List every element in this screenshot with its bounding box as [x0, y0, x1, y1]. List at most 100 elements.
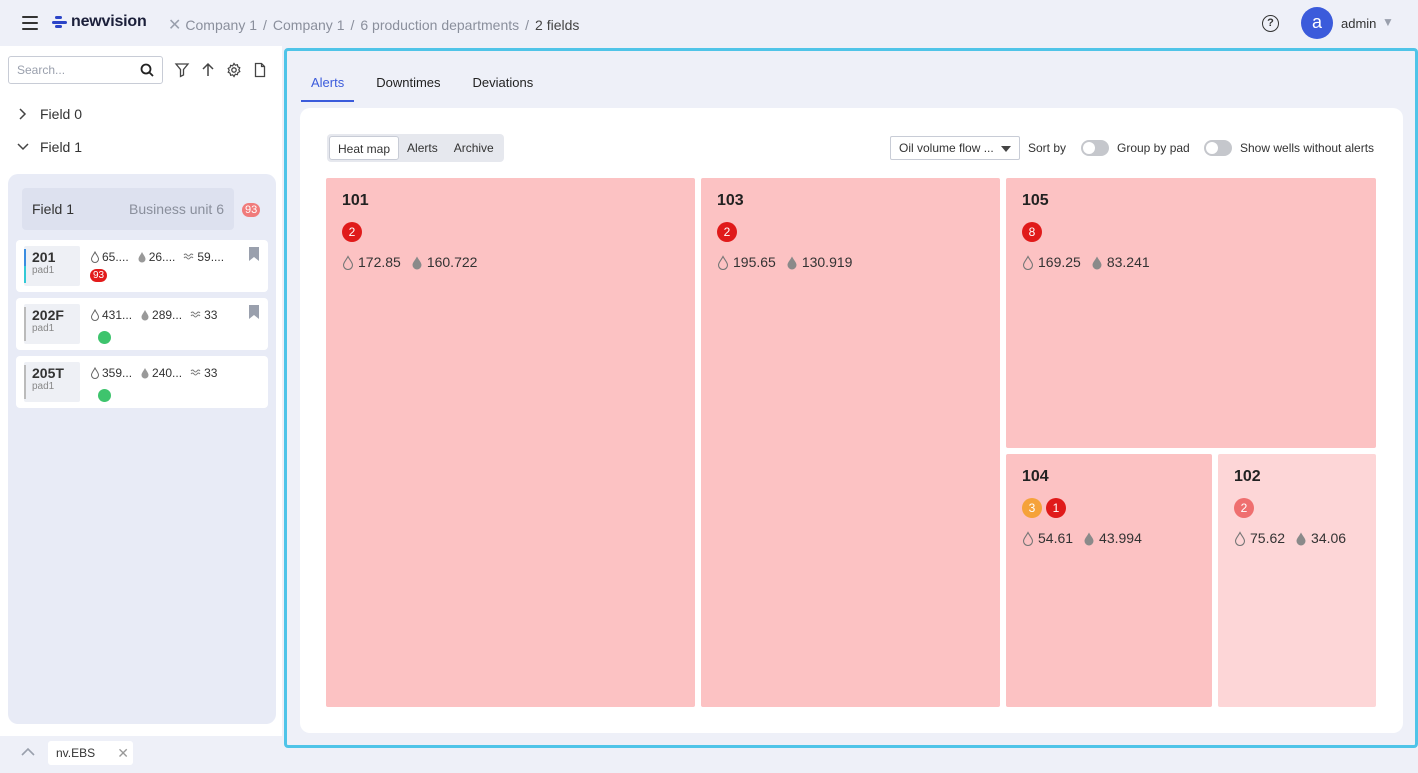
logo[interactable]: newvision	[52, 13, 147, 31]
metric-value: 359...	[102, 366, 133, 380]
status-bar	[24, 266, 26, 283]
breadcrumb-item[interactable]: Company 1	[273, 17, 345, 33]
tree-item-field-0[interactable]: Field 0	[16, 106, 82, 122]
close-icon[interactable]: ✕	[117, 741, 129, 765]
well-pad: pad1	[32, 323, 55, 334]
field-name: Field 1	[32, 201, 75, 217]
show-wells-toggle[interactable]	[1204, 140, 1232, 156]
drop-outline-icon	[1234, 530, 1246, 546]
close-icon[interactable]: ✕	[168, 15, 181, 35]
tile-badges: 8	[1022, 222, 1042, 242]
metric-oil: 240...	[140, 366, 182, 380]
alert-count-badge: 93	[242, 203, 261, 217]
sidebar-toolbar	[174, 62, 268, 78]
bookmark-icon[interactable]	[248, 304, 260, 320]
view-heat-map[interactable]: Heat map	[329, 136, 400, 160]
heatmap-tile-104[interactable]: 104 3 1 54.61 43.994	[1006, 454, 1212, 707]
tile-values: 169.25 83.241	[1022, 254, 1150, 270]
menu-icon[interactable]	[22, 16, 38, 30]
well-metrics: 65.... 26.... 59....	[90, 250, 224, 264]
field-header[interactable]: Field 1 Business unit 6	[22, 188, 234, 230]
well-id: 202F	[32, 307, 64, 323]
tile-badges: 2	[1234, 498, 1254, 518]
status-bar	[24, 365, 26, 399]
status-bar	[24, 307, 26, 341]
chevron-right-icon[interactable]	[16, 107, 30, 121]
business-unit: Business unit 6	[129, 201, 224, 217]
tab-downtimes[interactable]: Downtimes	[366, 69, 450, 102]
search-box	[8, 56, 163, 84]
drop-outline-icon	[717, 254, 729, 270]
document-icon[interactable]	[252, 62, 268, 78]
tile-name: 101	[342, 192, 369, 209]
metric-gas: 59....	[183, 250, 224, 264]
main-tabs: Alerts Downtimes Deviations	[301, 69, 555, 102]
bookmark-icon[interactable]	[248, 246, 260, 262]
sort-up-icon[interactable]	[200, 62, 216, 78]
tile-name: 102	[1234, 468, 1261, 485]
help-icon[interactable]: ?	[1262, 15, 1279, 32]
sort-toggle[interactable]	[1081, 140, 1109, 156]
username[interactable]: admin	[1341, 16, 1376, 31]
metric-oil: 26....	[137, 250, 175, 264]
heatmap-tile-103[interactable]: 103 2 195.65 130.919	[701, 178, 1000, 707]
main-panel: Alerts Downtimes Deviations Heat map Ale…	[284, 48, 1418, 748]
tree-item-label: Field 0	[40, 106, 83, 122]
well-metrics: 431... 289... 33	[90, 308, 217, 322]
breadcrumb-separator: /	[525, 17, 530, 33]
bottom-tab[interactable]: nv.EBS ✕	[48, 741, 133, 765]
settings-icon[interactable]	[226, 62, 242, 78]
view-archive[interactable]: Archive	[446, 136, 502, 160]
chevron-down-icon[interactable]	[16, 140, 30, 154]
drop-outline-icon	[90, 251, 100, 263]
metric-select[interactable]: Oil volume flow ...	[890, 136, 1020, 160]
breadcrumb-item[interactable]: 6 production departments	[360, 17, 519, 33]
warning-badge: 3	[1022, 498, 1042, 518]
heatmap-tile-102[interactable]: 102 2 75.62 34.06	[1218, 454, 1376, 707]
tree-item-label: Field 1	[40, 139, 83, 155]
tab-alerts[interactable]: Alerts	[301, 69, 355, 102]
metric-value: 65....	[102, 250, 129, 264]
well-id-box: 205T pad1	[24, 362, 80, 402]
drop-filled-icon	[141, 310, 149, 321]
well-card-201[interactable]: 201 pad1 65.... 26.... 59.... 93	[16, 240, 268, 292]
well-card-202F[interactable]: 202F pad1 431... 289... 33	[16, 298, 268, 350]
metric-value: 59....	[197, 250, 225, 264]
metric-gas: 33	[190, 308, 217, 322]
caret-down-icon	[1001, 146, 1011, 152]
chevron-up-icon[interactable]	[20, 744, 36, 760]
wave-icon	[183, 253, 194, 260]
metric-liquid: 65....	[90, 250, 129, 264]
breadcrumb-separator: /	[350, 17, 355, 33]
sidebar: Field 0 Field 1 Field 1 Business unit 6 …	[0, 46, 282, 736]
wave-icon	[190, 369, 201, 376]
heatmap-tile-105[interactable]: 105 8 169.25 83.241	[1006, 178, 1376, 448]
metric-value: 240...	[152, 366, 183, 380]
search-input[interactable]	[9, 57, 129, 83]
bottom-bar: nv.EBS ✕	[0, 736, 282, 773]
tile-badges: 3 1	[1022, 498, 1066, 518]
tile-badges: 2	[342, 222, 362, 242]
alert-badge: 2	[1234, 498, 1254, 518]
chevron-down-icon[interactable]: ▼	[1382, 15, 1394, 29]
well-metrics: 359... 240... 33	[90, 366, 217, 380]
alert-badge: 2	[342, 222, 362, 242]
liquid-value: 54.61	[1038, 530, 1074, 546]
oil-value: 34.06	[1311, 530, 1347, 546]
tree-item-field-1[interactable]: Field 1	[16, 139, 82, 155]
heatmap-tile-101[interactable]: 101 2 172.85 160.722	[326, 178, 695, 707]
oil-value: 130.919	[801, 254, 853, 270]
tab-deviations[interactable]: Deviations	[463, 69, 544, 102]
tile-name: 103	[717, 192, 744, 209]
top-bar: newvision ✕ Company 1 / Company 1 / 6 pr…	[0, 0, 1418, 46]
metric-oil: 289...	[140, 308, 182, 322]
search-icon[interactable]	[140, 63, 154, 77]
avatar[interactable]: a	[1301, 7, 1333, 39]
well-card-205T[interactable]: 205T pad1 359... 240... 33	[16, 356, 268, 408]
drop-outline-icon	[1022, 530, 1034, 546]
field-panel: Field 1 Business unit 6 93 201 pad1 65..…	[8, 174, 276, 724]
breadcrumb-item[interactable]: Company 1	[185, 17, 257, 33]
filter-icon[interactable]	[174, 62, 190, 78]
view-alerts[interactable]: Alerts	[399, 136, 446, 160]
drop-filled-icon	[1296, 532, 1306, 545]
